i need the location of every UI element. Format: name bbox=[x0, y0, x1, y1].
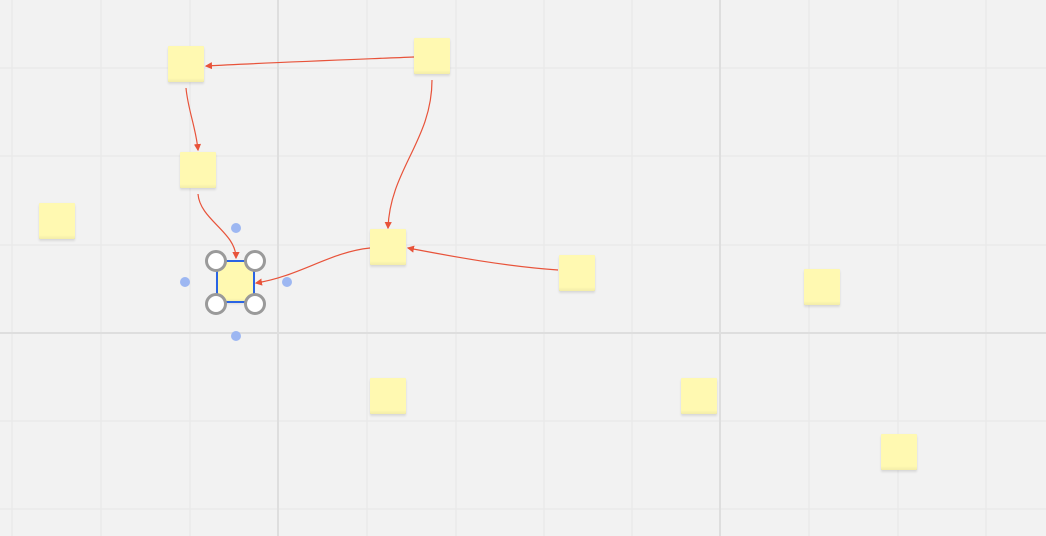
sticky-note[interactable] bbox=[39, 203, 75, 239]
sticky-note[interactable] bbox=[559, 255, 595, 291]
resize-handle-bottom-left[interactable] bbox=[205, 293, 227, 315]
connect-handle-bottom[interactable] bbox=[231, 331, 241, 341]
connector-arrow bbox=[204, 56, 415, 70]
connector-arrow bbox=[254, 247, 371, 286]
sticky-note[interactable] bbox=[681, 378, 717, 414]
sticky-note[interactable] bbox=[804, 269, 840, 305]
whiteboard-canvas[interactable] bbox=[0, 0, 1046, 536]
resize-handle-top-left[interactable] bbox=[205, 250, 227, 272]
sticky-note[interactable] bbox=[370, 378, 406, 414]
sticky-note[interactable] bbox=[881, 434, 917, 470]
connector-arrow bbox=[406, 245, 559, 271]
sticky-note[interactable] bbox=[168, 46, 204, 82]
connect-handle-left[interactable] bbox=[180, 277, 190, 287]
sticky-note[interactable] bbox=[414, 38, 450, 74]
sticky-note[interactable] bbox=[370, 229, 406, 265]
resize-handle-top-right[interactable] bbox=[244, 250, 266, 272]
connect-handle-right[interactable] bbox=[282, 277, 292, 287]
resize-handle-bottom-right[interactable] bbox=[244, 293, 266, 315]
connect-handle-top[interactable] bbox=[231, 223, 241, 233]
connector-arrow bbox=[185, 87, 202, 152]
connector-arrow bbox=[384, 79, 433, 230]
sticky-note[interactable] bbox=[180, 152, 216, 188]
